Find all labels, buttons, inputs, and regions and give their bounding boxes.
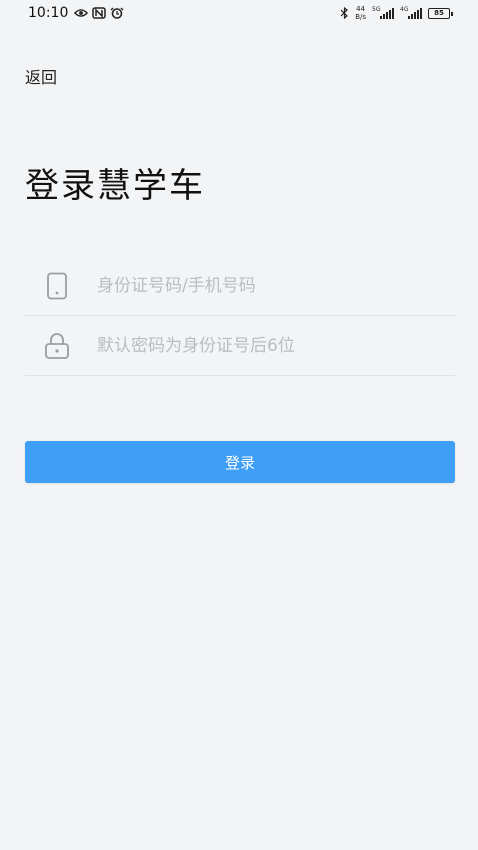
status-right: 44 B/s 5G 4G 85 [340, 5, 453, 21]
status-bar: 10:10 44 B/s 5G 4G 85 [0, 0, 478, 26]
password-field [25, 316, 455, 376]
back-button[interactable]: 返回 [25, 64, 57, 88]
sim1-label: 5G [372, 6, 381, 13]
network-speed-unit: B/s [355, 13, 366, 21]
status-icons-left [74, 7, 124, 19]
signal-sim2-icon: 4G [400, 6, 422, 19]
status-time: 10:10 [28, 5, 69, 21]
password-input[interactable] [97, 325, 455, 366]
eye-icon [74, 9, 89, 17]
phone-icon [42, 270, 72, 302]
network-speed: 44 B/s [355, 5, 366, 21]
battery-icon: 85 [428, 7, 453, 19]
page-title: 登录慧学车 [25, 166, 205, 206]
alarm-icon [110, 7, 124, 19]
bluetooth-icon [340, 7, 349, 19]
account-field [25, 256, 455, 316]
account-input[interactable] [97, 265, 455, 306]
network-speed-value: 44 [356, 5, 366, 13]
login-button[interactable]: 登录 [25, 441, 455, 483]
signal-sim1-icon: 5G [372, 6, 394, 19]
status-left: 10:10 [28, 5, 124, 21]
sim2-label: 4G [400, 6, 409, 13]
login-screen: 10:10 44 B/s 5G 4G 85 返回 登录慧学车 身份证号码/手机号… [0, 0, 478, 850]
nfc-icon [92, 7, 107, 19]
battery-level: 85 [434, 9, 444, 17]
lock-icon [42, 330, 72, 362]
